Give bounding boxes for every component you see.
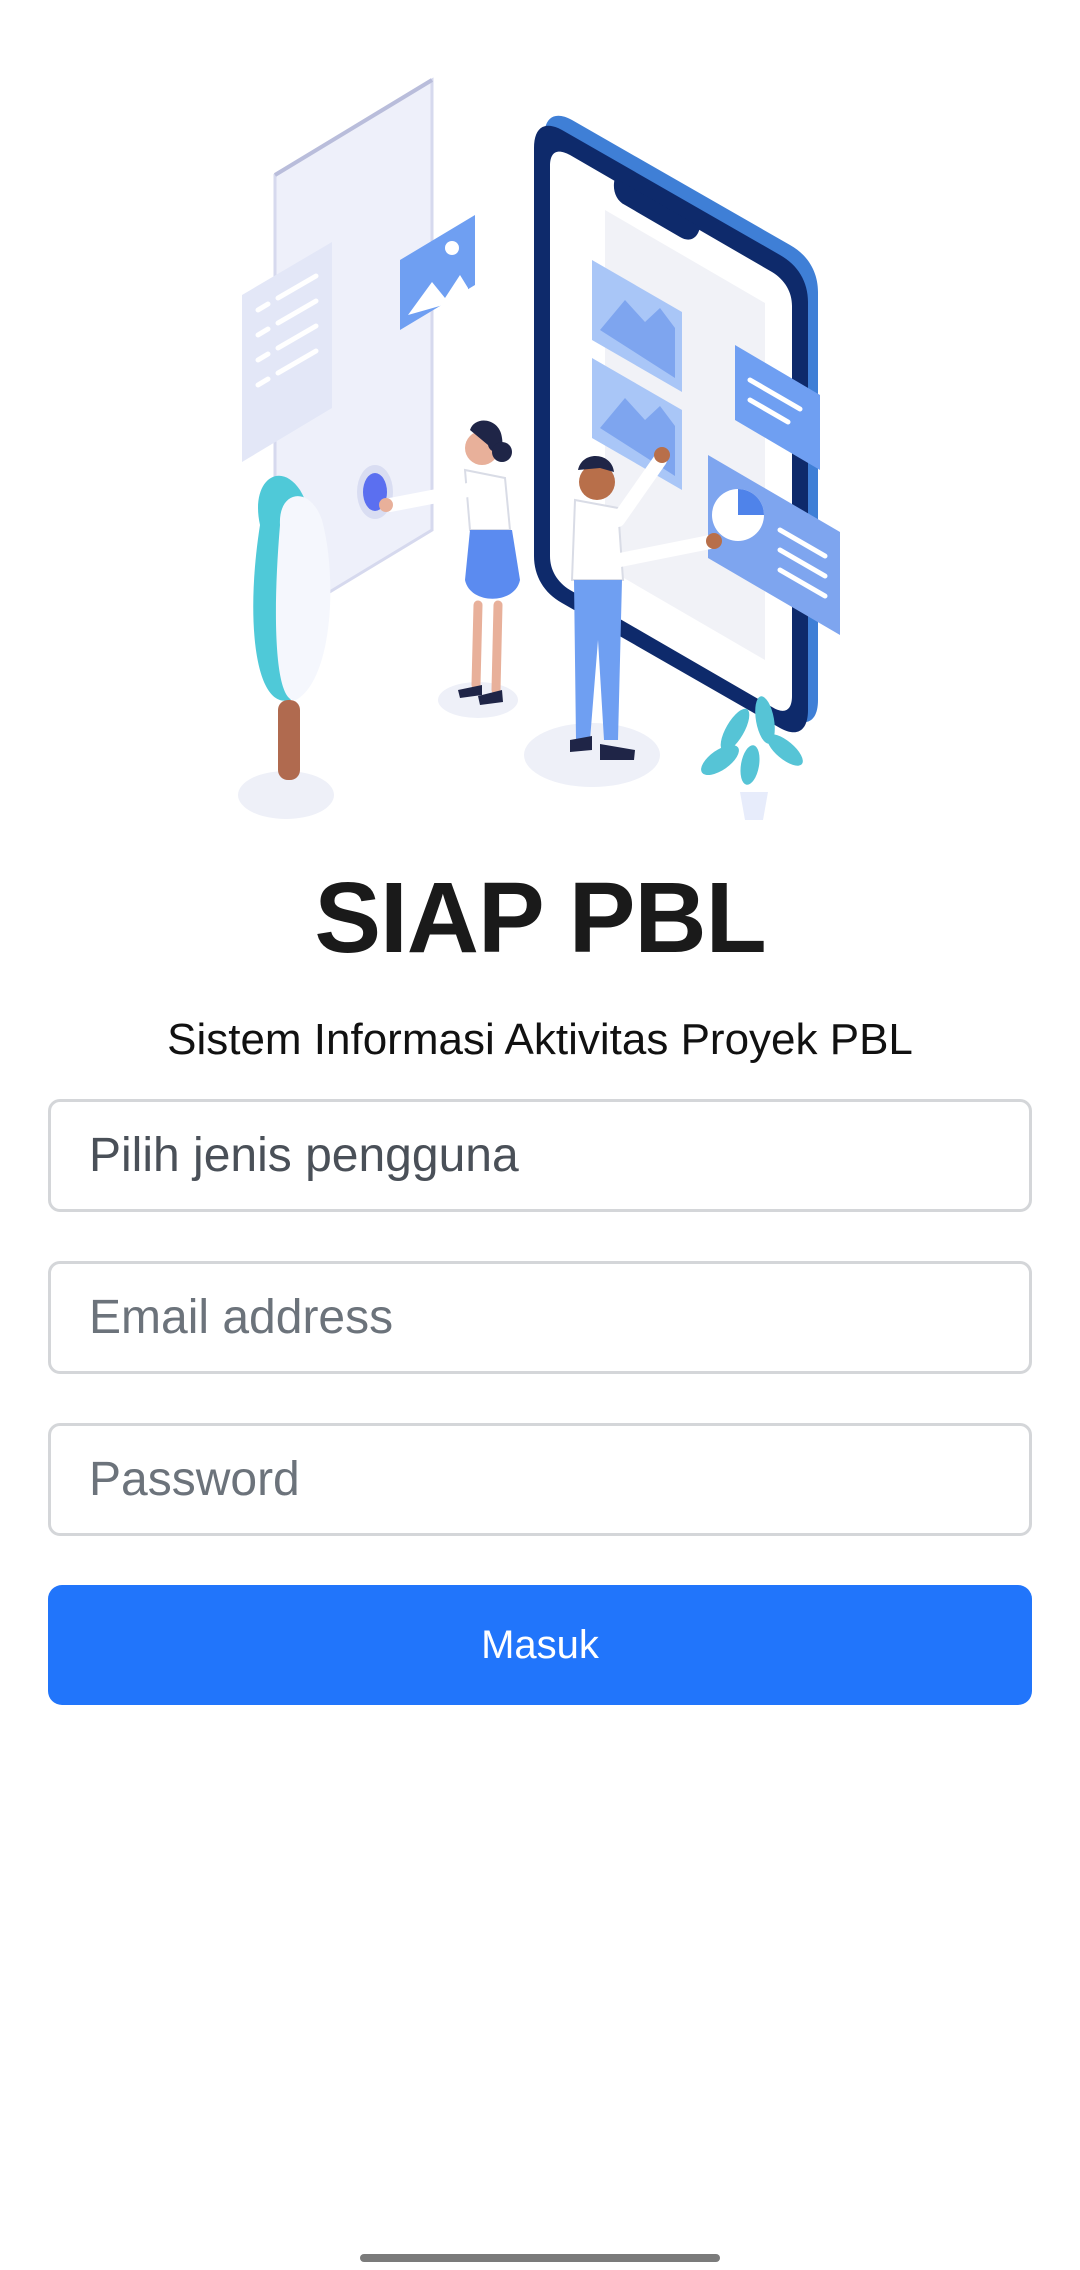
email-field-wrapper [48, 1261, 1032, 1374]
user-type-select-placeholder: Pilih jenis pengguna [89, 1129, 519, 1182]
login-button[interactable]: Masuk [48, 1585, 1032, 1705]
app-title: SIAP PBL [314, 862, 766, 974]
email-field[interactable] [89, 1290, 1029, 1345]
password-field[interactable] [89, 1452, 1029, 1507]
user-type-select[interactable]: Pilih jenis pengguna [48, 1099, 1032, 1212]
hero-illustration [238, 77, 840, 820]
password-field-wrapper [48, 1423, 1032, 1536]
app-subtitle: Sistem Informasi Aktivitas Proyek PBL [167, 1015, 913, 1064]
home-indicator[interactable] [360, 2254, 720, 2262]
